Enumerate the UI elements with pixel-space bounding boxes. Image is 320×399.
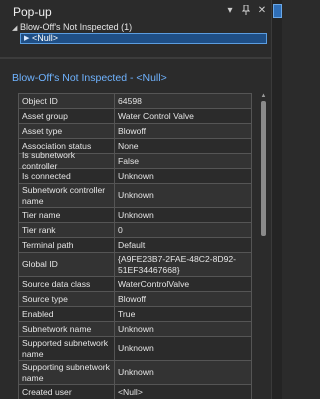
attribute-name: Source type bbox=[19, 292, 115, 306]
attribute-table: Object ID 64598 Asset group Water Control V… bbox=[18, 93, 252, 399]
attribute-name: Tier rank bbox=[19, 223, 115, 237]
dock-tab-icon[interactable] bbox=[273, 4, 282, 18]
attribute-name: Object ID bbox=[19, 94, 115, 108]
attribute-name: Global ID bbox=[19, 253, 115, 276]
popup-content: Blow-Off's Not Inspected - <Null> Object… bbox=[0, 59, 271, 399]
feature-title: Blow-Off's Not Inspected - <Null> bbox=[12, 72, 167, 84]
attribute-name: Subnetwork controller name bbox=[19, 184, 115, 207]
tree-item-layer-label: Blow-Off's Not Inspected (1) bbox=[20, 22, 133, 32]
attribute-row: Tier rank 0 bbox=[19, 223, 252, 238]
expand-triangle-icon[interactable]: ▶ bbox=[24, 34, 32, 42]
vertical-scrollbar[interactable]: ▲ bbox=[260, 93, 267, 393]
attribute-name: Source data class bbox=[19, 277, 115, 291]
popup-pane: Pop-up ▾ ✕ ◢ Blow-Off's Not Inspected (1)… bbox=[0, 0, 271, 399]
collapse-triangle-icon[interactable]: ◢ bbox=[12, 23, 20, 34]
attribute-value: Unknown bbox=[115, 169, 252, 183]
attribute-name: Created user bbox=[19, 385, 115, 399]
attribute-name: Asset group bbox=[19, 109, 115, 123]
attribute-row: Is connected Unknown bbox=[19, 169, 252, 184]
attribute-row: Source data class WaterControlValve bbox=[19, 277, 252, 292]
attribute-row: Object ID 64598 bbox=[19, 94, 252, 109]
attribute-value: Blowoff bbox=[115, 124, 252, 138]
attribute-value: <Null> bbox=[115, 385, 252, 399]
scroll-up-icon[interactable]: ▲ bbox=[260, 93, 267, 100]
attribute-value: Unknown bbox=[115, 361, 252, 384]
attribute-name: Supported subnetwork name bbox=[19, 337, 115, 360]
attribute-row: Subnetwork controller name Unknown bbox=[19, 184, 252, 208]
attribute-name: Tier name bbox=[19, 208, 115, 222]
attribute-value: {A9FE23B7-2FAE-48C2-8D92-51EF34467668} bbox=[115, 253, 252, 276]
pin-icon[interactable] bbox=[241, 4, 251, 18]
attribute-row: Asset type Blowoff bbox=[19, 124, 252, 139]
attribute-row: Source type Blowoff bbox=[19, 292, 252, 307]
attribute-row: Supporting subnetwork name Unknown bbox=[19, 361, 252, 385]
side-dock-strip bbox=[271, 0, 282, 399]
close-icon[interactable]: ✕ bbox=[257, 5, 267, 18]
attribute-row: Global ID {A9FE23B7-2FAE-48C2-8D92-51EF34… bbox=[19, 253, 252, 277]
attribute-name: Enabled bbox=[19, 307, 115, 321]
pane-header: Pop-up ▾ ✕ bbox=[0, 0, 271, 22]
attribute-row: Tier name Unknown bbox=[19, 208, 252, 223]
attribute-row: Terminal path Default bbox=[19, 238, 252, 253]
attribute-value: Unknown bbox=[115, 208, 252, 222]
attribute-name: Supporting subnetwork name bbox=[19, 361, 115, 384]
pane-title: Pop-up bbox=[13, 5, 52, 19]
tree-item-feature[interactable]: ▶ <Null> bbox=[20, 33, 267, 44]
attribute-row: Enabled True bbox=[19, 307, 252, 322]
tree-item-feature-label: <Null> bbox=[32, 33, 59, 43]
attribute-value: Unknown bbox=[115, 322, 252, 336]
attribute-row: Is subnetwork controller False bbox=[19, 150, 252, 171]
attribute-name: Subnetwork name bbox=[19, 322, 115, 336]
attribute-value: Unknown bbox=[115, 184, 252, 207]
scroll-thumb[interactable] bbox=[261, 101, 266, 236]
attribute-value: Water Control Valve bbox=[115, 109, 252, 123]
attribute-name: Terminal path bbox=[19, 238, 115, 252]
pane-header-icons: ▾ ✕ bbox=[225, 4, 267, 18]
chevron-down-icon[interactable]: ▾ bbox=[225, 5, 235, 18]
attribute-name: Is connected bbox=[19, 169, 115, 183]
attribute-value: Blowoff bbox=[115, 292, 252, 306]
attribute-row: Supported subnetwork name Unknown bbox=[19, 337, 252, 361]
attribute-value: WaterControlValve bbox=[115, 277, 252, 291]
attribute-value: 0 bbox=[115, 223, 252, 237]
attribute-value: None bbox=[115, 139, 252, 153]
attribute-value: Unknown bbox=[115, 337, 252, 360]
attribute-name: Asset type bbox=[19, 124, 115, 138]
tree-item-layer[interactable]: ◢ Blow-Off's Not Inspected (1) bbox=[0, 22, 271, 33]
attribute-value: True bbox=[115, 307, 252, 321]
attribute-value: 64598 bbox=[115, 94, 252, 108]
attribute-value: False bbox=[115, 154, 252, 168]
attribute-row: Subnetwork name Unknown bbox=[19, 322, 252, 337]
results-tree: ◢ Blow-Off's Not Inspected (1) ▶ <Null> bbox=[0, 22, 271, 44]
attribute-value: Default bbox=[115, 238, 252, 252]
attribute-row: Asset group Water Control Valve bbox=[19, 109, 252, 124]
attribute-name: Is subnetwork controller bbox=[19, 150, 115, 171]
attribute-row: Created user <Null> bbox=[19, 385, 252, 399]
